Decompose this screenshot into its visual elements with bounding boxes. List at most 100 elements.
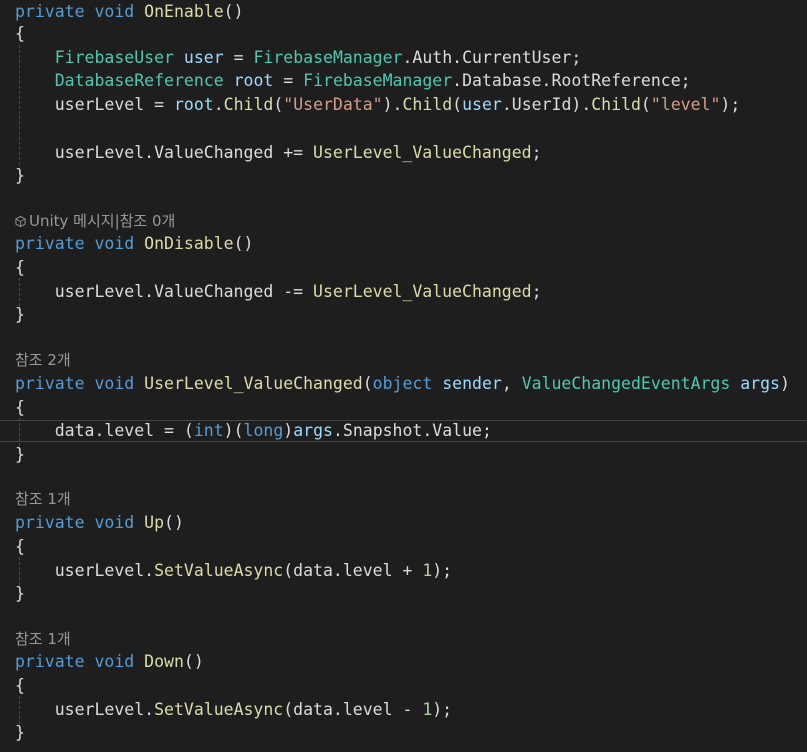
assignment: data.level = ( [54,421,194,440]
punctuation: ); [432,700,453,719]
punctuation: () [233,234,254,253]
number-literal: 1 [422,700,433,719]
punctuation: ( [640,95,651,114]
string-literal: "UserData" [283,95,383,114]
code-line[interactable]: userLevel.ValueChanged += UserLevel_Valu… [15,141,542,165]
code-line[interactable]: } [15,164,25,188]
open-brace: { [15,24,25,43]
punctuation: ) [780,374,790,393]
keyword: object [372,374,433,393]
member-access: .UserId). [501,95,592,114]
variable[interactable]: user [184,48,224,67]
variable[interactable]: root [234,71,274,90]
code-line[interactable]: userLevel.SetValueAsync(data.level - 1); [15,698,452,722]
variable[interactable]: user [462,95,502,114]
close-brace: } [15,445,25,464]
event-subscription: userLevel.ValueChanged += [54,143,314,162]
punctuation: . [213,95,224,114]
keyword: void [94,234,135,253]
code-line[interactable]: FirebaseUser user = FirebaseManager.Auth… [15,46,582,70]
type-name[interactable]: DatabaseReference [55,71,224,90]
method-name[interactable]: OnDisable [144,234,233,253]
punctuation: ( [362,374,373,393]
open-brace: { [15,537,25,556]
punctuation: () [183,652,204,671]
punctuation: ); [432,561,453,580]
close-brace: } [15,584,25,603]
punctuation: )( [223,421,244,440]
method-call[interactable]: Child [402,95,452,114]
type-name[interactable]: FirebaseManager [303,71,452,90]
code-line[interactable]: userLevel.ValueChanged -= UserLevel_Valu… [15,280,542,304]
code-line[interactable]: DatabaseReference root = FirebaseManager… [15,69,691,93]
keyword: void [94,2,135,21]
punctuation: ; [531,143,542,162]
punctuation: ) [283,421,294,440]
operator: = [223,48,254,67]
keyword: void [94,513,135,532]
type-name[interactable]: FirebaseUser [55,48,174,67]
method-name[interactable]: OnEnable [144,2,223,21]
close-brace: } [15,305,25,324]
code-line[interactable]: { [15,535,25,559]
codelens-text[interactable]: Unity 메시지|참조 0개 [29,212,175,230]
code-line[interactable]: { [15,674,25,698]
code-line[interactable]: private void OnEnable() [15,0,244,24]
code-line[interactable]: private void UserLevel_ValueChanged(obje… [15,372,790,396]
code-line[interactable]: { [15,256,25,280]
string-literal: "level" [650,95,721,114]
method-call[interactable]: Child [224,95,274,114]
method-call[interactable]: SetValueAsync [154,561,283,580]
code-line[interactable]: } [15,721,25,745]
punctuation: () [164,513,184,532]
codelens-text[interactable]: 참조 1개 [15,490,71,508]
method-name[interactable]: Up [144,513,164,532]
code-line[interactable]: private void Down() [15,650,204,674]
type-name[interactable]: FirebaseManager [253,48,402,67]
member-access: userLevel. [54,700,155,719]
assignment: userLevel = [54,95,174,114]
method-name[interactable]: UserLevel_ValueChanged [144,374,363,393]
code-line[interactable]: { [15,396,25,420]
code-line[interactable]: private void OnDisable() [15,232,253,256]
method-call[interactable]: Child [591,95,641,114]
argument: (data.level + [283,561,423,580]
close-brace: } [15,166,25,185]
parameter[interactable]: sender [442,374,502,393]
keyword: private [15,2,85,21]
code-line[interactable]: { [15,22,25,46]
member-access: .Snapshot.Value; [332,421,492,440]
codelens-text[interactable]: 참조 2개 [15,351,71,369]
code-line[interactable]: private void Up() [15,511,184,535]
codelens-text[interactable]: 참조 1개 [15,630,71,648]
keyword: private [15,513,85,532]
open-brace: { [15,258,25,277]
code-line[interactable]: userLevel = root.Child("UserData").Child… [15,93,741,117]
number-literal: 1 [422,561,433,580]
code-line[interactable]: } [15,582,25,606]
method-reference[interactable]: UserLevel_ValueChanged [313,143,532,162]
method-name[interactable]: Down [144,652,184,671]
code-line[interactable]: } [15,303,25,327]
code-line[interactable]: } [15,443,25,467]
parameter[interactable]: args [740,374,780,393]
method-call[interactable]: SetValueAsync [154,700,283,719]
type-name[interactable]: ValueChangedEventArgs [522,374,731,393]
punctuation: ). [382,95,403,114]
codelens[interactable]: 참조 1개 [15,488,71,510]
codelens[interactable]: 참조 1개 [15,628,71,650]
keyword: int [193,421,224,440]
unity-icon [15,216,26,227]
parameter[interactable]: args [293,421,333,440]
keyword: private [15,374,85,393]
punctuation: ( [452,95,463,114]
code-line[interactable]: userLevel.SetValueAsync(data.level + 1); [15,559,452,583]
keyword: void [94,652,135,671]
codelens[interactable]: Unity 메시지|참조 0개 [15,210,175,232]
variable[interactable]: root [174,95,214,114]
codelens[interactable]: 참조 2개 [15,349,71,371]
method-reference[interactable]: UserLevel_ValueChanged [313,282,532,301]
punctuation: , [501,374,522,393]
code-editor[interactable]: private void OnEnable() { FirebaseUser u… [0,0,807,752]
code-line[interactable]: data.level = (int)(long)args.Snapshot.Va… [15,419,492,443]
